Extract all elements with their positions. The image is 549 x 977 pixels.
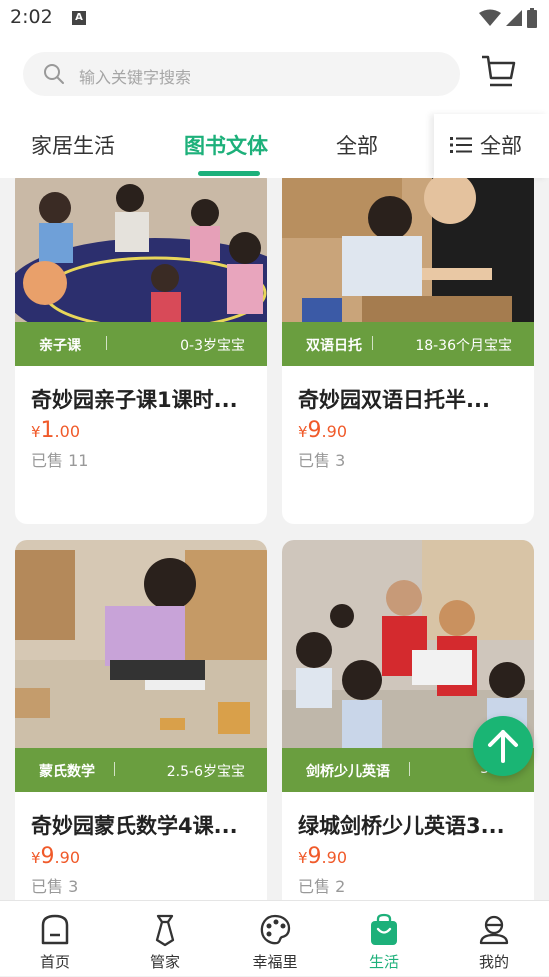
tab-books-stationery[interactable]: 图书文体 xyxy=(184,130,268,160)
wifi-icon xyxy=(479,9,501,26)
course-tag: 剑桥少儿英语 xyxy=(306,764,390,780)
nav-item-happiness[interactable]: 幸福里 xyxy=(220,901,330,977)
product-title: 绿城剑桥少儿英语3... xyxy=(298,814,505,838)
age-range: 18-36个月宝宝 xyxy=(415,338,512,354)
nav-label-life: 生活 xyxy=(368,953,399,971)
product-price: ¥1.00 xyxy=(31,418,80,443)
status-time: 2:02 xyxy=(10,6,53,28)
user-icon xyxy=(479,915,509,945)
age-range: 2.5-6岁宝宝 xyxy=(166,764,245,780)
product-title: 奇妙园蒙氏数学4课... xyxy=(31,814,238,838)
palette-icon xyxy=(260,914,291,945)
sold-count: 已售 2 xyxy=(298,877,346,896)
status-bar: 2:02 A xyxy=(0,0,549,36)
product-card[interactable]: 蒙氏数学 2.5-6岁宝宝 奇妙园蒙氏数学4课... ¥9.90 已售 3 xyxy=(15,540,267,900)
all-categories-label: 全部 xyxy=(480,134,522,158)
search-icon xyxy=(44,64,64,84)
signal-icon xyxy=(506,10,522,26)
tag-divider xyxy=(409,762,410,776)
active-tab-indicator xyxy=(198,171,260,176)
nav-item-home[interactable]: 首页 xyxy=(0,901,110,977)
product-grid: 亲子课 0-3岁宝宝 奇妙园亲子课1课时... ¥1.00 已售 11 双语日托… xyxy=(0,178,549,900)
tie-icon xyxy=(155,914,175,947)
product-title: 奇妙园亲子课1课时... xyxy=(31,388,238,412)
course-tag: 蒙氏数学 xyxy=(39,764,95,780)
product-price: ¥9.90 xyxy=(298,418,347,443)
product-image xyxy=(15,178,267,322)
back-to-top-button[interactable] xyxy=(473,716,533,776)
product-price: ¥9.90 xyxy=(298,844,347,869)
category-tabs: 家居生活 图书文体 全部 全部 xyxy=(0,114,549,178)
age-range: 0-3岁宝宝 xyxy=(180,338,245,354)
search-input[interactable]: 输入关键字搜索 xyxy=(23,52,460,96)
shopping-bag-icon xyxy=(371,913,397,945)
search-row: 输入关键字搜索 xyxy=(0,36,549,114)
product-card[interactable]: 双语日托 18-36个月宝宝 奇妙园双语日托半... ¥9.90 已售 3 xyxy=(282,178,534,524)
nav-item-life[interactable]: 生活 xyxy=(329,901,439,977)
product-price: ¥9.90 xyxy=(31,844,80,869)
product-image xyxy=(282,178,534,322)
sold-count: 已售 3 xyxy=(298,451,346,470)
tag-divider xyxy=(106,336,107,350)
home-icon xyxy=(41,914,69,945)
nav-label-mine: 我的 xyxy=(478,953,509,971)
tab-all[interactable]: 全部 xyxy=(336,130,378,160)
sold-count: 已售 11 xyxy=(31,451,89,470)
list-icon xyxy=(450,137,472,153)
tag-bar: 双语日托 18-36个月宝宝 xyxy=(282,322,534,366)
course-tag: 双语日托 xyxy=(306,338,362,354)
arrow-up-icon xyxy=(488,730,518,763)
product-title: 奇妙园双语日托半... xyxy=(298,388,490,412)
bottom-nav: 首页 管家 幸福里 生活 我的 xyxy=(0,900,549,976)
tag-divider xyxy=(114,762,115,776)
product-card[interactable]: 亲子课 0-3岁宝宝 奇妙园亲子课1课时... ¥1.00 已售 11 xyxy=(15,178,267,524)
course-tag: 亲子课 xyxy=(39,338,81,354)
sold-count: 已售 3 xyxy=(31,877,79,896)
nav-label-butler: 管家 xyxy=(149,953,180,971)
nav-item-butler[interactable]: 管家 xyxy=(110,901,220,977)
tab-home-life[interactable]: 家居生活 xyxy=(31,130,115,160)
cart-icon[interactable] xyxy=(480,54,516,88)
search-placeholder: 输入关键字搜索 xyxy=(79,68,192,87)
tag-divider xyxy=(372,336,373,350)
status-icons xyxy=(479,8,537,28)
notification-icon: A xyxy=(72,11,86,25)
tag-bar: 亲子课 0-3岁宝宝 xyxy=(15,322,267,366)
nav-label-happiness: 幸福里 xyxy=(252,953,298,971)
all-categories-button[interactable]: 全部 xyxy=(434,114,549,178)
nav-item-mine[interactable]: 我的 xyxy=(439,901,549,977)
tag-bar: 蒙氏数学 2.5-6岁宝宝 xyxy=(15,748,267,792)
product-image xyxy=(15,540,267,748)
nav-label-home: 首页 xyxy=(39,953,70,971)
battery-icon xyxy=(527,8,537,28)
